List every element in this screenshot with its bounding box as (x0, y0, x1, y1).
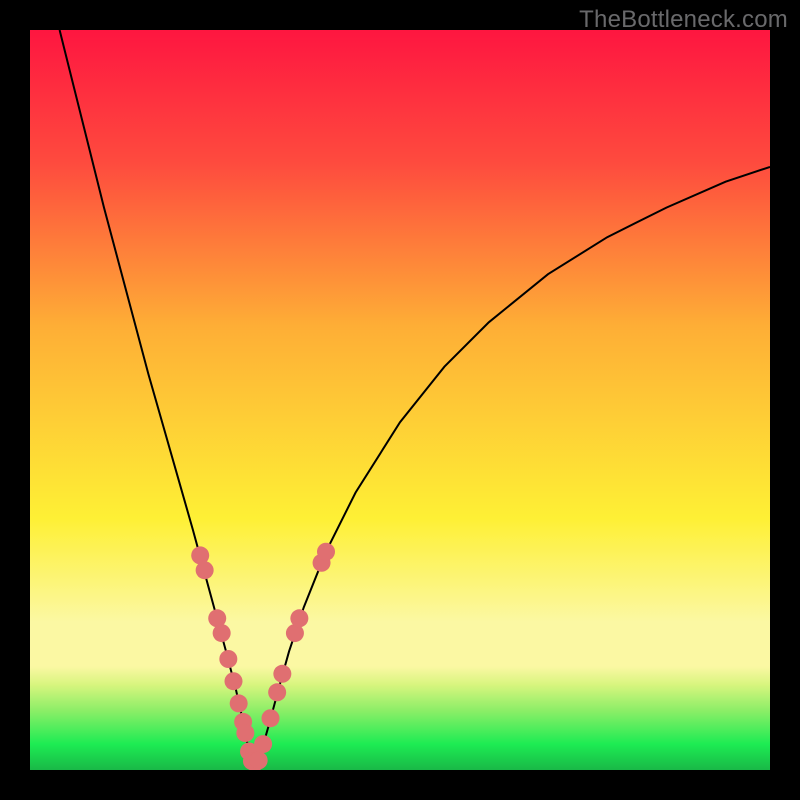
data-point (213, 624, 231, 642)
data-point (268, 683, 286, 701)
chart-frame (30, 30, 770, 770)
data-point (196, 561, 214, 579)
gradient-background (30, 30, 770, 770)
data-point (290, 609, 308, 627)
data-point (317, 543, 335, 561)
bottleneck-chart (30, 30, 770, 770)
data-point (262, 709, 280, 727)
data-point (254, 735, 272, 753)
data-point (273, 665, 291, 683)
data-point (219, 650, 237, 668)
data-point (250, 751, 268, 769)
data-point (230, 694, 248, 712)
data-point (225, 672, 243, 690)
data-point (236, 724, 254, 742)
